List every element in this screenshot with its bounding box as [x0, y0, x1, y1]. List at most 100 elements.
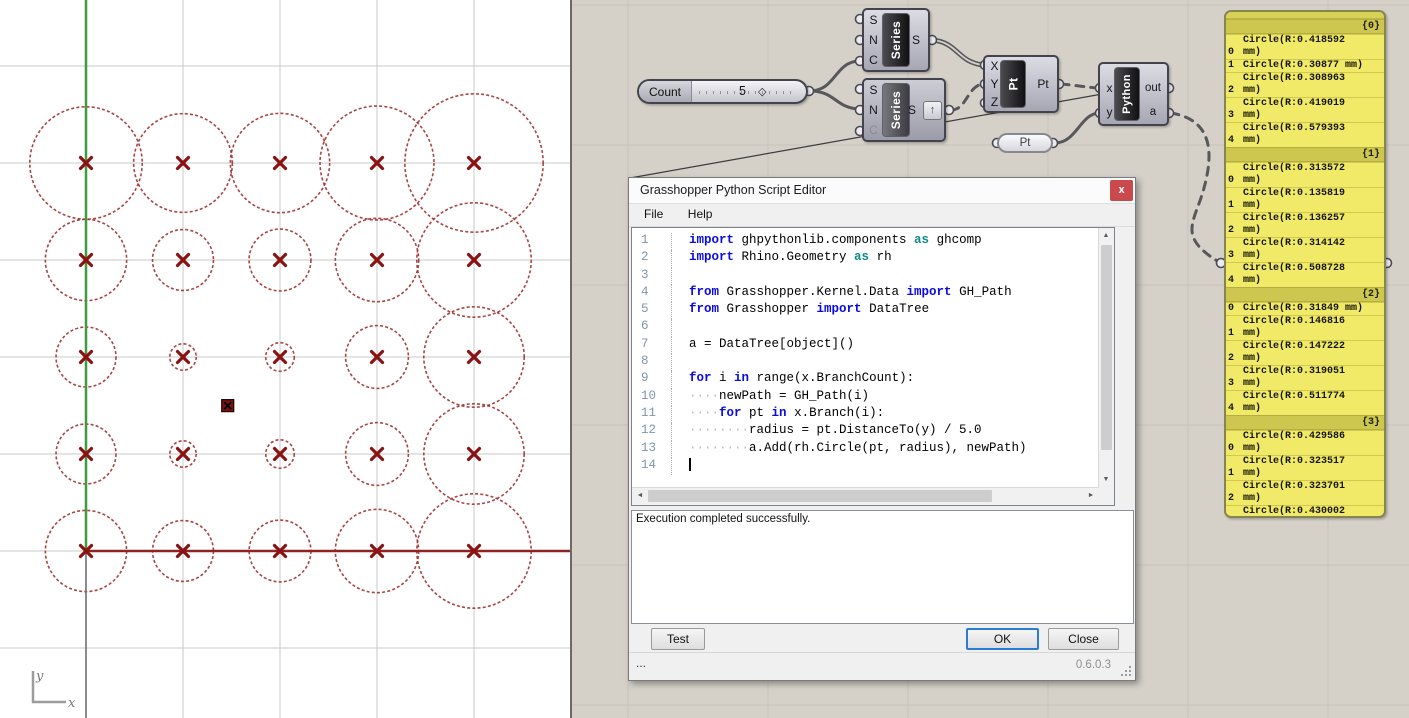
code-line[interactable]: 13········a.Add(rh.Circle(pt, radius), n…: [632, 441, 1099, 458]
scroll-left-icon[interactable]: ◄: [633, 488, 647, 504]
item-value: Circle(R:0.30877 mm): [1243, 60, 1368, 72]
code-line[interactable]: 12········radius = pt.DistanceTo(y) / 5.…: [632, 423, 1099, 440]
item-index: 4: [1226, 391, 1243, 415]
code-text: import ghpythonlib.components as ghcomp: [672, 233, 982, 250]
series2-inputs[interactable]: S N C: [866, 80, 881, 140]
item-index: 1: [1226, 316, 1243, 340]
item-value: Circle(R:0.308963 mm): [1243, 73, 1368, 97]
code-text: for i in range(x.BranchCount):: [672, 371, 914, 388]
vertical-scrollbar[interactable]: ▲ ▼: [1098, 228, 1114, 488]
code-line[interactable]: 2import Rhino.Geometry as rh: [632, 250, 1099, 267]
code-line[interactable]: 8: [632, 354, 1099, 371]
code-line[interactable]: 6: [632, 319, 1099, 336]
python-outputs[interactable]: out a: [1140, 64, 1166, 124]
hscroll-thumb[interactable]: [648, 490, 992, 502]
item-index: 3: [1226, 238, 1243, 262]
item-value: Circle(R:0.323701 mm): [1243, 481, 1368, 505]
panel-body: {0}0Circle(R:0.418592 mm)1Circle(R:0.308…: [1226, 19, 1384, 518]
wire[interactable]: [1061, 84, 1098, 88]
pt-param-label: Pt: [1020, 137, 1031, 149]
python-name-plate: Python: [1114, 67, 1140, 121]
data-panel[interactable]: {0}0Circle(R:0.418592 mm)1Circle(R:0.308…: [1224, 10, 1386, 518]
series1-outputs[interactable]: S: [906, 10, 926, 70]
code-text: import Rhino.Geometry as rh: [672, 250, 892, 267]
code-line[interactable]: 9for i in range(x.BranchCount):: [632, 371, 1099, 388]
line-number: 10: [632, 389, 672, 406]
code-line[interactable]: 10····newPath = GH_Path(i): [632, 389, 1099, 406]
item-value: Circle(R:0.511774 mm): [1243, 391, 1368, 415]
item-index: 4: [1226, 263, 1243, 287]
item-value: Circle(R:0.429586 mm): [1243, 431, 1368, 455]
test-button[interactable]: Test: [651, 628, 705, 650]
point-component[interactable]: X Y Z Pt Pt: [983, 55, 1059, 113]
item-value: Circle(R:0.508728 mm): [1243, 263, 1368, 287]
wire[interactable]: [1055, 113, 1098, 143]
slider-ticks: [699, 91, 796, 94]
code-line[interactable]: 11····for pt in x.Branch(i):: [632, 406, 1099, 423]
item-index: 2: [1226, 213, 1243, 237]
pt-param-capsule[interactable]: Pt: [997, 133, 1053, 153]
series1-inputs[interactable]: S N C: [866, 10, 881, 70]
wire[interactable]: [951, 84, 983, 110]
resize-grip-icon[interactable]: [1129, 674, 1131, 676]
pt-outputs[interactable]: Pt: [1033, 57, 1053, 111]
item-index: 1: [1226, 188, 1243, 212]
close-button[interactable]: x: [1110, 180, 1133, 201]
code-text: from Grasshopper import DataTree: [672, 302, 929, 319]
series-component-2[interactable]: S N C Series S ↑: [862, 78, 946, 142]
panel-item-row: 1Circle(R:0.323517 mm): [1226, 455, 1384, 480]
graft-icon[interactable]: ↑: [923, 101, 942, 120]
line-number: 13: [632, 441, 672, 458]
code-editor[interactable]: 1import ghpythonlib.components as ghcomp…: [631, 227, 1115, 506]
code-line[interactable]: 5from Grasshopper import DataTree: [632, 302, 1099, 319]
line-number: 4: [632, 285, 672, 302]
scroll-up-icon[interactable]: ▲: [1099, 229, 1113, 243]
horizontal-scrollbar[interactable]: ◄ ►: [632, 487, 1099, 505]
count-slider[interactable]: Count 5 ◇: [637, 79, 808, 104]
item-index: 2: [1226, 481, 1243, 505]
execution-message: Execution completed successfully.: [636, 513, 810, 525]
dialog-titlebar[interactable]: Grasshopper Python Script Editor x: [629, 178, 1135, 204]
close-dialog-button[interactable]: Close: [1048, 628, 1119, 650]
python-component[interactable]: x y Python out a: [1098, 62, 1169, 126]
menu-help[interactable]: Help: [678, 204, 723, 224]
panel-item-row: 4Circle(R:0.579393 mm): [1226, 122, 1384, 147]
python-script-editor-dialog[interactable]: Grasshopper Python Script Editor x File …: [628, 177, 1136, 681]
pt-name-plate: Pt: [1000, 60, 1026, 108]
wire[interactable]: [809, 91, 858, 109]
code-text: [672, 319, 689, 336]
slider-grip-icon[interactable]: ◇: [758, 85, 766, 98]
status-left: ...: [636, 656, 646, 670]
panel-item-row: 2Circle(R:0.136257 mm): [1226, 212, 1384, 237]
scroll-right-icon[interactable]: ►: [1084, 488, 1098, 504]
panel-item-row: 2Circle(R:0.323701 mm): [1226, 480, 1384, 505]
series-component-1[interactable]: S N C Series S: [862, 8, 930, 72]
item-index: 0: [1226, 163, 1243, 187]
series2-outputs[interactable]: S: [902, 80, 922, 140]
panel-item-row: 2Circle(R:0.308963 mm): [1226, 72, 1384, 97]
code-line[interactable]: 4from Grasshopper.Kernel.Data import GH_…: [632, 285, 1099, 302]
item-value: Circle(R:0.319051 mm): [1243, 366, 1368, 390]
panel-item-row: 1Circle(R:0.146816 mm): [1226, 315, 1384, 340]
line-number: 11: [632, 406, 672, 423]
panel-item-row: 0Circle(R:0.31849 mm): [1226, 302, 1384, 315]
code-text: ········radius = pt.DistanceTo(y) / 5.0: [672, 423, 982, 440]
code-line[interactable]: 3: [632, 268, 1099, 285]
code-text: [672, 458, 691, 475]
code-text: ········a.Add(rh.Circle(pt, radius), new…: [672, 441, 1027, 458]
ok-button[interactable]: OK: [966, 628, 1039, 650]
item-value: Circle(R:0.313572 mm): [1243, 163, 1368, 187]
panel-item-row: 3Circle(R:0.319051 mm): [1226, 365, 1384, 390]
item-value: Circle(R:0.419019 mm): [1243, 98, 1368, 122]
vscroll-thumb[interactable]: [1101, 245, 1112, 450]
code-lines[interactable]: 1import ghpythonlib.components as ghcomp…: [632, 228, 1099, 488]
code-text: a = DataTree[object](): [672, 337, 854, 354]
code-line[interactable]: 14: [632, 458, 1099, 475]
scroll-down-icon[interactable]: ▼: [1099, 473, 1113, 487]
wire[interactable]: [1171, 113, 1219, 262]
code-line[interactable]: 1import ghpythonlib.components as ghcomp: [632, 233, 1099, 250]
wire[interactable]: [809, 61, 858, 91]
branch-path-header: {1}: [1226, 147, 1384, 162]
menu-file[interactable]: File: [634, 204, 673, 224]
code-line[interactable]: 7a = DataTree[object](): [632, 337, 1099, 354]
